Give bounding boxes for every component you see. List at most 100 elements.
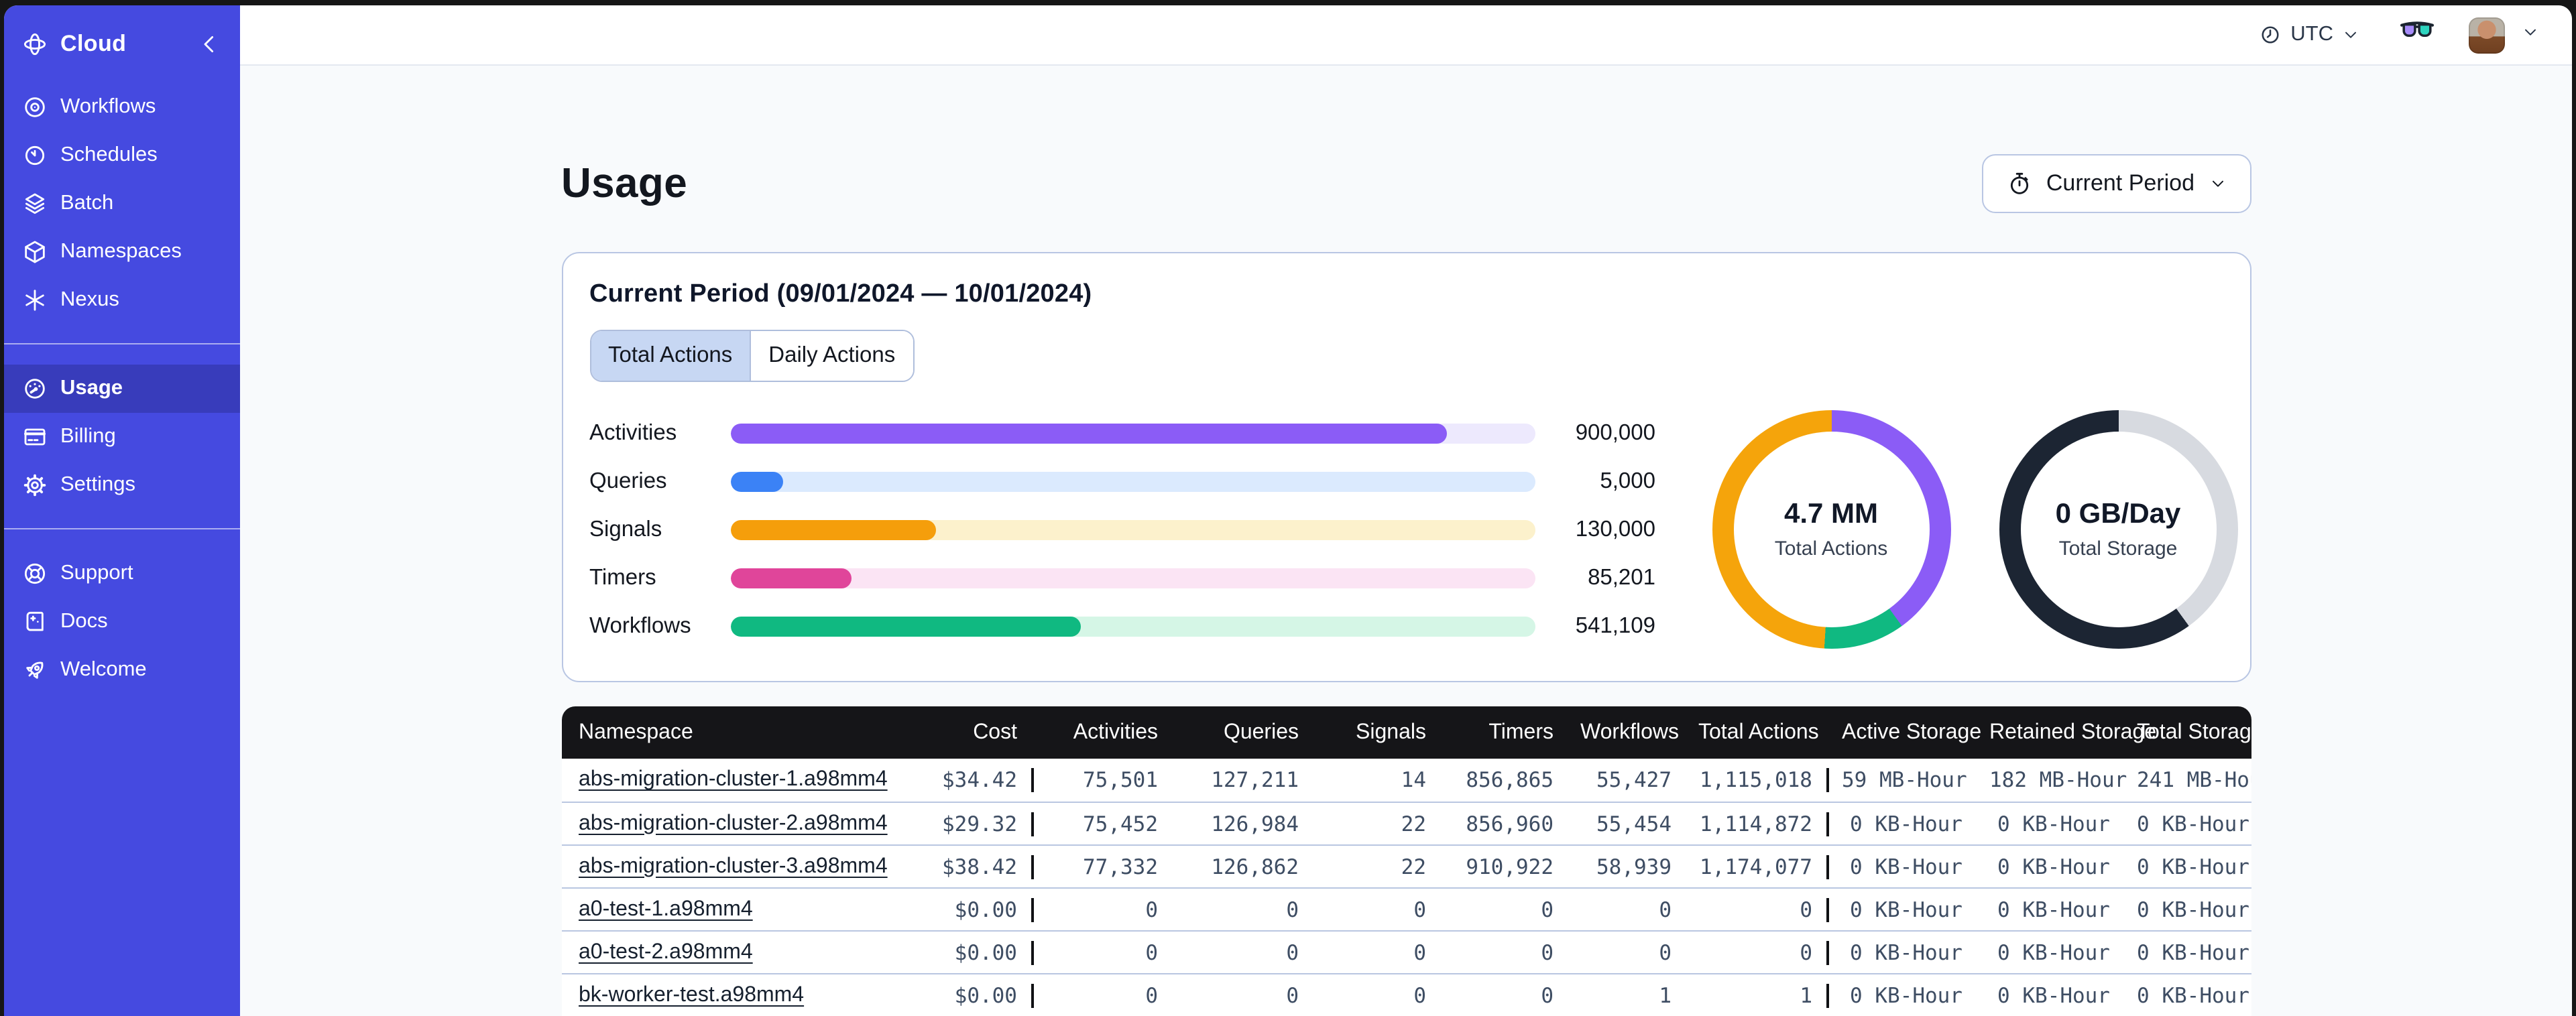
value-cell: 0 KB-Hour bbox=[1826, 854, 1976, 879]
sidebar-item-label: Usage bbox=[60, 377, 123, 399]
value-cell: 75,501 bbox=[1031, 768, 1171, 792]
user-menu-button[interactable] bbox=[2521, 22, 2540, 48]
page-header: Usage Current Period bbox=[561, 154, 2251, 213]
donut-center: 4.7 MM Total Actions bbox=[1712, 410, 1950, 649]
value-cell: 1 bbox=[1800, 983, 1812, 1007]
sidebar-item-batch[interactable]: Batch bbox=[4, 180, 240, 228]
value-cell: 0 bbox=[1031, 940, 1171, 964]
usage-bar-track bbox=[730, 568, 1535, 588]
sidebar-item-workflows[interactable]: Workflows bbox=[4, 83, 240, 131]
usage-bar-fill bbox=[730, 616, 1080, 636]
tab-total-actions[interactable]: Total Actions bbox=[591, 331, 750, 381]
sidebar-item-support[interactable]: Support bbox=[4, 550, 240, 598]
chevron-down-icon bbox=[2208, 174, 2227, 193]
brand-label: Cloud bbox=[60, 31, 127, 56]
value-cell: 75,452 bbox=[1031, 812, 1171, 836]
total-actions-donut: 4.7 MM Total Actions bbox=[1712, 410, 1950, 649]
stopwatch-icon bbox=[2006, 170, 2033, 197]
timezone-selector[interactable]: UTC bbox=[2258, 23, 2360, 47]
table-row: bk-worker-test.a98mm4 $0.00 0 0 0 0 1 1 0 KB-Hou… bbox=[561, 973, 2251, 1016]
sidebar-item-namespaces[interactable]: Namespaces bbox=[4, 228, 240, 276]
value-cell: 1,174,077 bbox=[1700, 854, 1812, 879]
avatar[interactable] bbox=[2469, 17, 2505, 53]
value-cell: 0 KB-Hour bbox=[1826, 940, 1976, 964]
value-cell: 0 KB-Hour bbox=[1826, 812, 1976, 836]
main-area: UTC Usage Current Period Current Period … bbox=[240, 5, 2572, 1016]
sidebar: Cloud Workflows Schedules Batch Namespaces N… bbox=[4, 5, 240, 1016]
namespace-cell: bk-worker-test.a98mm4 bbox=[561, 983, 910, 1007]
value-cell: 0 bbox=[1413, 983, 1426, 1007]
column-header: Active Storage bbox=[1842, 720, 1982, 743]
sidebar-item-usage[interactable]: Usage bbox=[4, 365, 240, 413]
sidebar-item-billing[interactable]: Billing bbox=[4, 413, 240, 461]
bar-label: Signals bbox=[589, 517, 662, 541]
value-cell: 126,984 bbox=[1211, 812, 1299, 836]
feedback-glasses-button[interactable] bbox=[2400, 20, 2434, 50]
value-cell: 0 KB-Hour bbox=[2137, 812, 2249, 836]
value-cell: 22 bbox=[1401, 854, 1426, 879]
donut-center: 0 GB/Day Total Storage bbox=[1999, 410, 2237, 649]
value-cell: 77,332 bbox=[1031, 854, 1171, 879]
period-selector-button[interactable]: Current Period bbox=[1981, 154, 2251, 213]
value-cell: 0 KB-Hour bbox=[1997, 983, 2110, 1007]
value-cell: 59 MB-Hour bbox=[1826, 768, 1976, 792]
sidebar-item-label: Support bbox=[60, 562, 133, 584]
support-icon bbox=[21, 560, 48, 587]
namespace-link[interactable]: abs-migration-cluster-3.a98mm4 bbox=[579, 854, 888, 877]
usage-bar-row: Signals 130,000 bbox=[589, 517, 1655, 542]
value-cell: 0 bbox=[1541, 897, 1554, 922]
value-cell: 0 KB-Hour bbox=[1997, 897, 2110, 922]
sidebar-item-label: Welcome bbox=[60, 658, 147, 681]
page-title: Usage bbox=[561, 160, 688, 206]
actions-tabs: Total Actions Daily Actions bbox=[589, 330, 915, 382]
sidebar-item-settings[interactable]: Settings bbox=[4, 461, 240, 509]
usage-bar-fill bbox=[730, 423, 1446, 443]
sidebar-item-welcome[interactable]: Welcome bbox=[4, 646, 240, 694]
column-header: Signals bbox=[1356, 720, 1426, 743]
content: Usage Current Period Current Period (09/… bbox=[240, 66, 2572, 1016]
screen: Cloud Workflows Schedules Batch Namespaces N… bbox=[0, 0, 2576, 1016]
namespace-link[interactable]: a0-test-2.a98mm4 bbox=[579, 940, 753, 963]
chevron-down-icon bbox=[2521, 22, 2540, 48]
namespace-link[interactable]: bk-worker-test.a98mm4 bbox=[579, 983, 804, 1006]
column-header: Timers bbox=[1488, 720, 1554, 743]
workflows-icon bbox=[21, 94, 48, 121]
tab-daily-actions[interactable]: Daily Actions bbox=[750, 331, 913, 381]
sidebar-item-nexus[interactable]: Nexus bbox=[4, 276, 240, 324]
value-cell: 0 bbox=[1659, 897, 1672, 922]
value-cell: $0.00 bbox=[954, 897, 1017, 922]
batch-icon bbox=[21, 190, 48, 217]
bar-value: 541,109 bbox=[1575, 613, 1655, 637]
value-cell: 127,211 bbox=[1211, 768, 1299, 792]
app-window: Cloud Workflows Schedules Batch Namespaces N… bbox=[4, 5, 2572, 1016]
column-header: Retained Storage bbox=[1989, 720, 2157, 743]
bar-label: Queries bbox=[589, 468, 667, 493]
sidebar-divider bbox=[4, 343, 240, 344]
namespace-link[interactable]: a0-test-1.a98mm4 bbox=[579, 897, 753, 920]
value-cell: 0 bbox=[1800, 940, 1812, 964]
value-cell: 0 bbox=[1541, 983, 1554, 1007]
total-storage-value: 0 GB/Day bbox=[2055, 499, 2181, 529]
bar-label: Activities bbox=[589, 420, 677, 444]
usage-bar-fill bbox=[730, 519, 935, 539]
namespace-cell: a0-test-1.a98mm4 bbox=[561, 897, 910, 922]
sidebar-collapse-button[interactable] bbox=[196, 31, 223, 58]
sidebar-item-docs[interactable]: Docs bbox=[4, 598, 240, 646]
namespace-link[interactable]: abs-migration-cluster-2.a98mm4 bbox=[579, 812, 888, 834]
column-header: Cost bbox=[973, 720, 1017, 743]
value-cell: 0 bbox=[1800, 897, 1812, 922]
table-row: abs-migration-cluster-3.a98mm4 $38.42 77,3… bbox=[561, 844, 2251, 887]
bar-label: Workflows bbox=[589, 613, 691, 637]
usage-bar-track bbox=[730, 471, 1535, 491]
value-cell: $0.00 bbox=[954, 983, 1017, 1007]
usage-bar-fill bbox=[730, 471, 782, 491]
glasses-icon bbox=[2400, 20, 2434, 50]
clock-icon bbox=[2258, 23, 2282, 47]
usage-chart-area: Activities 900,000 Queries 5,000 Signals 130,… bbox=[589, 410, 2237, 649]
namespace-link[interactable]: abs-migration-cluster-1.a98mm4 bbox=[579, 768, 888, 791]
namespaces-icon bbox=[21, 239, 48, 265]
usage-bar-track bbox=[730, 616, 1535, 636]
value-cell: 0 KB-Hour bbox=[1997, 940, 2110, 964]
sidebar-item-schedules[interactable]: Schedules bbox=[4, 131, 240, 180]
value-cell: 856,865 bbox=[1466, 768, 1554, 792]
